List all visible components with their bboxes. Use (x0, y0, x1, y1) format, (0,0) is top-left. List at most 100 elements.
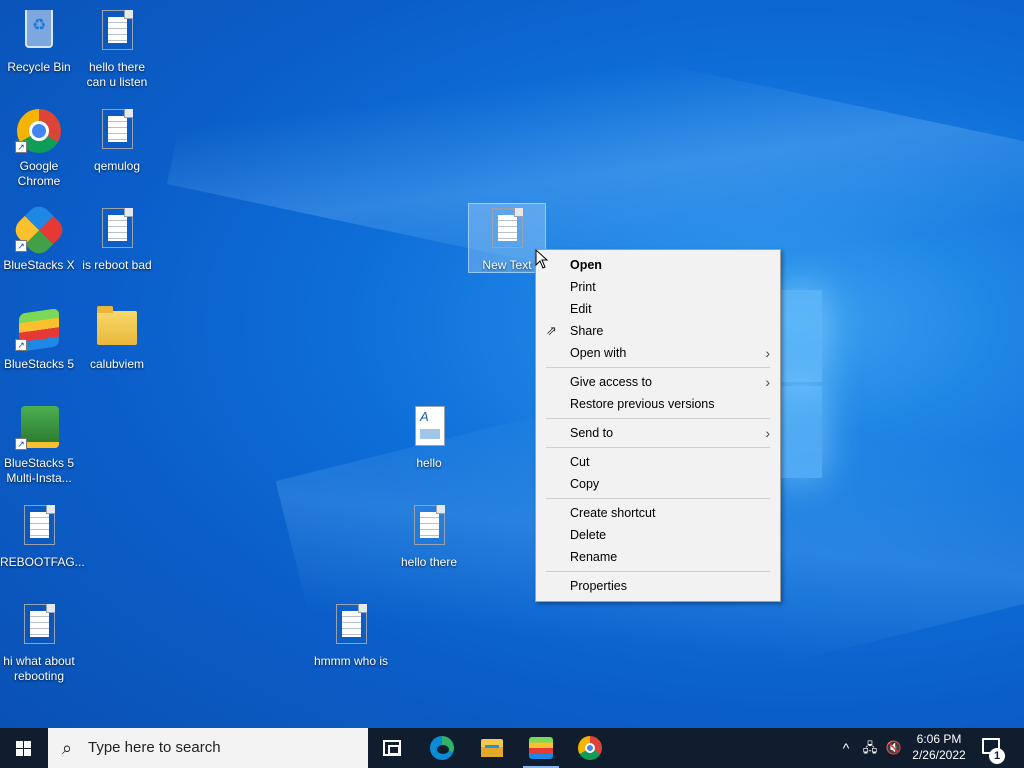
file-explorer-icon (481, 739, 503, 757)
taskbar-edge-button[interactable] (418, 728, 466, 768)
share-icon: ⇗ (546, 323, 557, 338)
menu-item-print[interactable]: Print (536, 276, 780, 298)
menu-item-delete[interactable]: Delete (536, 524, 780, 546)
text-file-icon (93, 107, 141, 155)
desktop-icon-bluestacks-5-multi-instance[interactable]: ↗ BlueStacks 5 Multi-Insta... (0, 404, 78, 486)
menu-item-label: Copy (570, 477, 600, 491)
start-button[interactable] (0, 728, 48, 768)
windows-logo-icon (16, 741, 32, 756)
menu-item-copy[interactable]: Copy (536, 473, 780, 495)
menu-item-label: Print (570, 280, 596, 294)
menu-separator (546, 571, 770, 572)
taskbar-clock[interactable]: 6:06 PM 2/26/2022 (905, 731, 973, 763)
menu-item-share[interactable]: ⇗ Share (536, 320, 780, 342)
desktop-icon-label: BlueStacks X (3, 258, 75, 272)
menu-item-label: Share (570, 324, 604, 338)
desktop-icon-google-chrome[interactable]: ↗ Google Chrome (0, 107, 78, 189)
text-file-icon (15, 602, 63, 650)
text-file-icon (93, 206, 141, 254)
bluestacks-icon (529, 737, 553, 759)
taskbar-file-explorer-button[interactable] (468, 728, 516, 768)
desktop-icon-hello-there-can-u-listen[interactable]: hello there can u listen (78, 8, 156, 90)
desktop-icon-bluestacks-5[interactable]: ↗ BlueStacks 5 (0, 305, 78, 372)
shortcut-arrow-icon: ↗ (15, 438, 27, 450)
desktop-icon-label: Recycle Bin (7, 60, 71, 74)
menu-item-restore-previous-versions[interactable]: Restore previous versions (536, 393, 780, 415)
taskbar: ⌕ Type here to search ^ 🖧 🔇 6:06 PM 2/26… (0, 728, 1024, 768)
desktop-icon-label: is reboot bad (82, 258, 152, 272)
mouse-cursor-icon (535, 249, 549, 269)
menu-item-label: Restore previous versions (570, 397, 715, 411)
menu-item-cut[interactable]: Cut (536, 451, 780, 473)
menu-item-properties[interactable]: Properties (536, 575, 780, 597)
menu-item-label: Open (570, 258, 602, 272)
menu-separator (546, 498, 770, 499)
show-hidden-icons-chevron-up-icon[interactable]: ^ (836, 728, 856, 768)
menu-item-create-shortcut[interactable]: Create shortcut (536, 502, 780, 524)
menu-item-label: Send to (570, 426, 614, 440)
clock-date: 2/26/2022 (912, 748, 966, 762)
taskbar-chrome-button[interactable] (566, 728, 614, 768)
desktop-icon-label: REBOOTFAG... (0, 555, 85, 569)
desktop-icon-hmmm-who-is[interactable]: hmmm who is (312, 602, 390, 669)
chevron-right-icon: › (765, 374, 770, 390)
desktop-icon-label: BlueStacks 5 Multi-Insta... (3, 456, 75, 485)
menu-item-label: Properties (570, 579, 627, 593)
chrome-icon: ↗ (15, 107, 63, 155)
volume-muted-icon[interactable]: 🔇 (884, 728, 904, 768)
desktop-icon-rebootfag[interactable]: REBOOTFAG... (0, 503, 85, 570)
menu-item-open[interactable]: Open (536, 254, 780, 276)
text-file-icon (327, 602, 375, 650)
folder-icon (93, 305, 141, 353)
menu-separator (546, 447, 770, 448)
bluestacks-x-icon: ↗ (10, 201, 68, 259)
desktop-icon-qemulog[interactable]: qemulog (78, 107, 156, 174)
task-view-button[interactable] (368, 728, 416, 768)
menu-item-send-to[interactable]: Send to › (536, 422, 780, 444)
desktop-icon-label: hello there (400, 555, 458, 569)
menu-item-give-access-to[interactable]: Give access to › (536, 371, 780, 393)
menu-item-rename[interactable]: Rename (536, 546, 780, 568)
wallpaper-windows-logo (780, 290, 822, 382)
desktop-icon-label: hello (416, 456, 442, 470)
desktop-icon-calubviem[interactable]: calubviem (78, 305, 156, 372)
search-placeholder: Type here to search (88, 739, 221, 756)
clock-time: 6:06 PM (916, 732, 962, 746)
text-file-icon (15, 503, 63, 551)
desktop-icon-label: hmmm who is (313, 654, 388, 668)
bluestacks-multi-instance-icon: ↗ (15, 404, 63, 452)
notification-count-badge: 1 (989, 748, 1005, 764)
chevron-right-icon: › (765, 425, 770, 441)
shortcut-arrow-icon: ↗ (15, 240, 27, 252)
network-icon[interactable]: 🖧 (858, 728, 882, 768)
menu-item-label: Cut (570, 455, 590, 469)
menu-item-edit[interactable]: Edit (536, 298, 780, 320)
edge-icon (430, 736, 454, 760)
recycle-bin-icon (15, 8, 63, 56)
desktop-icon-bluestacks-x[interactable]: ↗ BlueStacks X (0, 201, 78, 273)
desktop-icon-label: qemulog (93, 159, 141, 173)
desktop-icon-label: calubviem (89, 357, 145, 371)
taskbar-bluestacks-button[interactable] (517, 728, 565, 768)
desktop-icon-hi-what-about-rebooting[interactable]: hi what about rebooting (0, 602, 78, 684)
menu-item-label: Edit (570, 302, 592, 316)
desktop-icon-label: BlueStacks 5 (3, 357, 75, 371)
menu-item-label: Give access to (570, 375, 652, 389)
menu-item-label: Open with (570, 346, 627, 360)
desktop-icon-label: New Text (482, 258, 532, 272)
desktop-icon-is-reboot-bad[interactable]: is reboot bad (78, 206, 156, 273)
desktop-icon-hello[interactable]: hello (390, 404, 468, 471)
desktop-icon-recycle-bin[interactable]: Recycle Bin (0, 8, 78, 75)
menu-item-label: Create shortcut (570, 506, 656, 520)
desktop-icon-hello-there[interactable]: hello there (390, 503, 468, 570)
desktop-icon-label: Google Chrome (17, 159, 61, 188)
text-file-icon (405, 503, 453, 551)
task-view-icon (383, 740, 401, 756)
text-file-icon (483, 206, 531, 254)
menu-item-label: Rename (570, 550, 618, 564)
shortcut-arrow-icon: ↗ (15, 339, 27, 351)
taskbar-search-box[interactable]: ⌕ Type here to search (48, 728, 368, 768)
menu-item-open-with[interactable]: Open with › (536, 342, 780, 364)
text-file-icon (93, 8, 141, 56)
wallpaper-windows-logo (780, 386, 822, 478)
